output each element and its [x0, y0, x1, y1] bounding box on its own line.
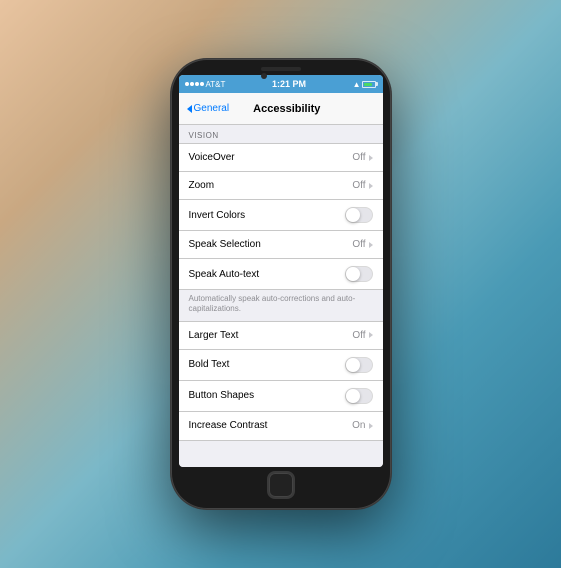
- carrier-label: AT&T: [206, 80, 226, 89]
- list-item[interactable]: Button Shapes: [179, 381, 383, 412]
- bold-text-label: Bold Text: [189, 359, 345, 370]
- status-right: ▲: [353, 80, 377, 89]
- phone-device: AT&T 1:21 PM ▲ General Accessibility VIS…: [171, 59, 391, 509]
- disclosure-chevron-icon: [369, 242, 373, 248]
- signal-dot: [185, 82, 189, 86]
- navigation-bar: General Accessibility: [179, 93, 383, 125]
- larger-text-label: Larger Text: [189, 330, 353, 341]
- invert-colors-toggle[interactable]: [345, 207, 373, 223]
- speak-autotext-toggle[interactable]: [345, 266, 373, 282]
- back-chevron-icon: [187, 105, 192, 113]
- signal-dot: [195, 82, 199, 86]
- page-title: Accessibility: [199, 103, 374, 115]
- list-item[interactable]: Invert Colors: [179, 200, 383, 231]
- speak-autotext-description: Automatically speak auto-corrections and…: [179, 290, 383, 321]
- section-header-vision: VISION: [179, 125, 383, 143]
- status-left: AT&T: [185, 80, 226, 89]
- speak-selection-value: Off: [352, 239, 365, 250]
- phone-camera: [261, 73, 267, 79]
- zoom-value: Off: [352, 180, 365, 191]
- list-item[interactable]: VoiceOver Off: [179, 144, 383, 172]
- zoom-label: Zoom: [189, 180, 353, 191]
- bold-text-toggle[interactable]: [345, 357, 373, 373]
- invert-colors-label: Invert Colors: [189, 210, 345, 221]
- toggle-thumb: [346, 267, 360, 281]
- list-item[interactable]: Bold Text: [179, 350, 383, 381]
- disclosure-chevron-icon: [369, 155, 373, 161]
- status-bar: AT&T 1:21 PM ▲: [179, 75, 383, 93]
- home-button[interactable]: [267, 471, 295, 499]
- battery-fill: [364, 83, 372, 86]
- toggle-thumb: [346, 389, 360, 403]
- battery-tip: [376, 82, 378, 86]
- list-item[interactable]: Larger Text Off: [179, 322, 383, 350]
- voiceover-label: VoiceOver: [189, 152, 353, 163]
- list-item[interactable]: Speak Selection Off: [179, 231, 383, 259]
- signal-dot: [190, 82, 194, 86]
- speak-selection-label: Speak Selection: [189, 239, 353, 250]
- button-shapes-toggle[interactable]: [345, 388, 373, 404]
- vision-settings-group: VoiceOver Off Zoom Off Invert Colors: [179, 143, 383, 290]
- settings-content: VISION VoiceOver Off Zoom Off Invert Col…: [179, 125, 383, 467]
- clock: 1:21 PM: [272, 79, 306, 89]
- speak-autotext-label: Speak Auto-text: [189, 269, 345, 280]
- disclosure-chevron-icon: [369, 183, 373, 189]
- signal-dot: [200, 82, 204, 86]
- button-shapes-label: Button Shapes: [189, 390, 345, 401]
- text-settings-group: Larger Text Off Bold Text Button Shapes: [179, 321, 383, 441]
- increase-contrast-value: On: [352, 420, 365, 431]
- wifi-icon: ▲: [353, 80, 361, 89]
- larger-text-value: Off: [352, 330, 365, 341]
- toggle-thumb: [346, 358, 360, 372]
- phone-speaker: [261, 67, 301, 71]
- list-item[interactable]: Speak Auto-text: [179, 259, 383, 289]
- increase-contrast-label: Increase Contrast: [189, 420, 353, 431]
- voiceover-value: Off: [352, 152, 365, 163]
- disclosure-chevron-icon: [369, 332, 373, 338]
- phone-screen: AT&T 1:21 PM ▲ General Accessibility VIS…: [179, 75, 383, 467]
- toggle-thumb: [346, 208, 360, 222]
- list-item[interactable]: Zoom Off: [179, 172, 383, 200]
- disclosure-chevron-icon: [369, 423, 373, 429]
- list-item[interactable]: Increase Contrast On: [179, 412, 383, 440]
- battery-icon: [362, 81, 376, 88]
- signal-bars: [185, 82, 204, 86]
